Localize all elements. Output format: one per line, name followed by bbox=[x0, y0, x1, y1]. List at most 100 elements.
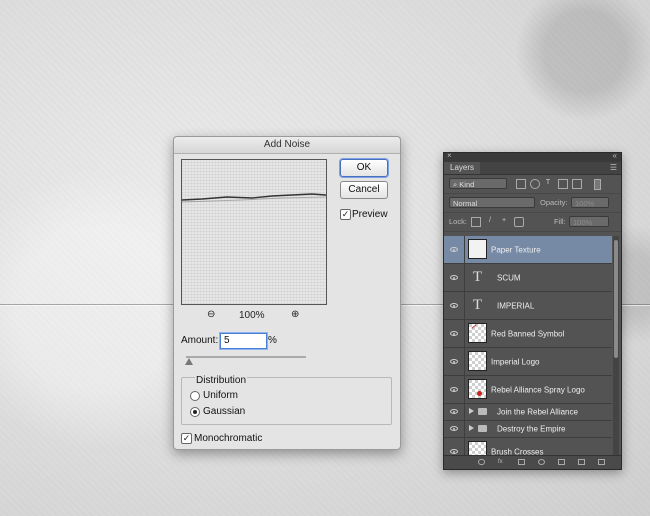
layer-name: Join the Rebel Alliance bbox=[497, 407, 578, 417]
pixel-filter-icon[interactable] bbox=[516, 179, 526, 189]
lock-pixels-icon[interactable]: / bbox=[486, 217, 494, 225]
shape-filter-icon[interactable] bbox=[558, 179, 568, 189]
zoom-out-icon[interactable]: ⊖ bbox=[207, 309, 215, 320]
panel-menu-icon[interactable]: ☰ bbox=[610, 162, 617, 174]
layer-row[interactable]: Rebel Alliance Spray Logo bbox=[444, 376, 612, 404]
layer-thumbnail bbox=[468, 379, 487, 399]
visibility-eye-icon[interactable] bbox=[450, 330, 458, 336]
fill-field[interactable]: 100% bbox=[569, 216, 609, 227]
layer-name: Paper Texture bbox=[491, 245, 541, 254]
layer-row[interactable]: Paper Texture bbox=[444, 236, 612, 264]
filter-kind-label: Kind bbox=[459, 180, 475, 189]
zoom-in-icon[interactable]: ⊕ bbox=[291, 309, 299, 320]
amount-input[interactable]: 5 bbox=[220, 333, 267, 349]
close-icon[interactable]: × bbox=[447, 151, 452, 160]
adjustment-filter-icon[interactable] bbox=[530, 179, 540, 189]
dialog-title: Add Noise bbox=[174, 137, 400, 154]
amount-slider-thumb[interactable] bbox=[185, 358, 193, 365]
opacity-label: Opacity: bbox=[540, 198, 568, 207]
layer-name: Imperial Logo bbox=[491, 357, 540, 366]
link-layers-icon[interactable] bbox=[478, 459, 485, 465]
visibility-eye-icon[interactable] bbox=[450, 448, 458, 454]
amount-unit: % bbox=[268, 335, 277, 346]
layer-name: IMPERIAL bbox=[497, 301, 535, 310]
layer-name: Destroy the Empire bbox=[497, 424, 566, 434]
collapse-icon[interactable]: « bbox=[613, 151, 617, 160]
layer-row[interactable]: T SCUM bbox=[444, 264, 612, 292]
layer-row[interactable]: Brush Crosses bbox=[444, 438, 612, 456]
new-layer-icon[interactable] bbox=[578, 459, 585, 465]
monochromatic-checkbox[interactable]: ✓ bbox=[181, 433, 192, 444]
ok-button[interactable]: OK bbox=[340, 159, 388, 177]
new-group-icon[interactable] bbox=[558, 459, 565, 465]
folder-icon bbox=[478, 425, 487, 432]
layer-row[interactable]: Red Banned Symbol bbox=[444, 320, 612, 348]
lock-row: Lock: / + Fill: 100% bbox=[444, 213, 621, 232]
layer-name: Rebel Alliance Spray Logo bbox=[491, 385, 585, 394]
layer-name: Red Banned Symbol bbox=[491, 329, 565, 338]
filter-toggle-icon[interactable] bbox=[594, 179, 601, 190]
text-layer-icon: T bbox=[472, 297, 483, 313]
layers-scrollbar[interactable] bbox=[613, 236, 619, 456]
visibility-eye-icon[interactable] bbox=[450, 274, 458, 280]
add-mask-icon[interactable] bbox=[518, 459, 525, 465]
layer-thumbnail bbox=[468, 441, 487, 456]
opacity-field[interactable]: 100% bbox=[571, 197, 609, 208]
zoom-controls: ⊖ 100% ⊕ bbox=[181, 309, 327, 323]
folder-icon bbox=[478, 408, 487, 415]
lock-label: Lock: bbox=[449, 217, 467, 226]
visibility-eye-icon[interactable] bbox=[450, 426, 458, 431]
layer-name: SCUM bbox=[497, 273, 521, 282]
gaussian-radio[interactable] bbox=[190, 407, 200, 417]
visibility-eye-icon[interactable] bbox=[450, 246, 458, 252]
fx-icon[interactable]: fx bbox=[498, 459, 505, 465]
type-filter-icon[interactable]: T bbox=[544, 179, 552, 187]
add-noise-dialog: Add Noise ⊖ 100% ⊕ OK Cancel ✓ Preview A… bbox=[173, 136, 401, 450]
visibility-eye-icon[interactable] bbox=[450, 302, 458, 308]
lock-transparency-icon[interactable] bbox=[471, 217, 481, 227]
filter-row: ⌕ Kind T bbox=[444, 175, 621, 194]
distribution-label: Distribution bbox=[195, 375, 248, 386]
lock-position-icon[interactable]: + bbox=[500, 217, 508, 225]
filter-preview[interactable] bbox=[181, 159, 327, 305]
visibility-eye-icon[interactable] bbox=[450, 386, 458, 392]
amount-slider-track[interactable] bbox=[186, 356, 306, 358]
gaussian-label: Gaussian bbox=[203, 406, 246, 417]
uniform-radio[interactable] bbox=[190, 391, 200, 401]
trash-icon[interactable] bbox=[598, 459, 605, 465]
cancel-button[interactable]: Cancel bbox=[340, 181, 388, 199]
lock-all-icon[interactable] bbox=[514, 217, 524, 227]
blend-row: Normal Opacity: 100% bbox=[444, 194, 621, 213]
layers-list: Paper Texture T SCUM T IMPERIAL Red Bann… bbox=[444, 236, 612, 456]
fill-label: Fill: bbox=[554, 217, 566, 226]
monochromatic-label: Monochromatic bbox=[194, 433, 263, 444]
preview-checkbox[interactable]: ✓ bbox=[340, 209, 351, 220]
amount-label: Amount: bbox=[181, 335, 219, 346]
layer-row[interactable]: Imperial Logo bbox=[444, 348, 612, 376]
paper-tear-line bbox=[182, 193, 326, 203]
panel-header-strip: × « bbox=[444, 151, 621, 162]
visibility-eye-icon[interactable] bbox=[450, 358, 458, 364]
expand-arrow-icon[interactable] bbox=[469, 408, 474, 414]
blend-mode-dropdown[interactable]: Normal bbox=[449, 197, 535, 208]
filter-kind-dropdown[interactable]: ⌕ Kind bbox=[449, 178, 507, 189]
expand-arrow-icon[interactable] bbox=[469, 425, 474, 431]
layer-thumbnail bbox=[468, 351, 487, 371]
panel-tabbar: Layers ☰ bbox=[444, 162, 621, 175]
layer-group-row[interactable]: Destroy the Empire bbox=[444, 421, 612, 438]
new-adjustment-icon[interactable] bbox=[538, 459, 545, 465]
tab-layers[interactable]: Layers bbox=[444, 162, 481, 174]
distribution-group: Distribution Uniform Gaussian bbox=[181, 375, 392, 425]
uniform-label: Uniform bbox=[203, 390, 239, 401]
layer-thumbnail bbox=[468, 323, 487, 343]
preview-label: Preview bbox=[352, 209, 388, 220]
zoom-level: 100% bbox=[239, 310, 265, 321]
visibility-eye-icon[interactable] bbox=[450, 409, 458, 414]
layers-footer: fx bbox=[444, 455, 621, 469]
smart-object-filter-icon[interactable] bbox=[572, 179, 582, 189]
scrollbar-thumb[interactable] bbox=[614, 240, 618, 358]
layer-row[interactable]: T IMPERIAL bbox=[444, 292, 612, 320]
layer-thumbnail bbox=[468, 239, 487, 259]
text-layer-icon: T bbox=[472, 269, 483, 285]
layer-group-row[interactable]: Join the Rebel Alliance bbox=[444, 404, 612, 421]
